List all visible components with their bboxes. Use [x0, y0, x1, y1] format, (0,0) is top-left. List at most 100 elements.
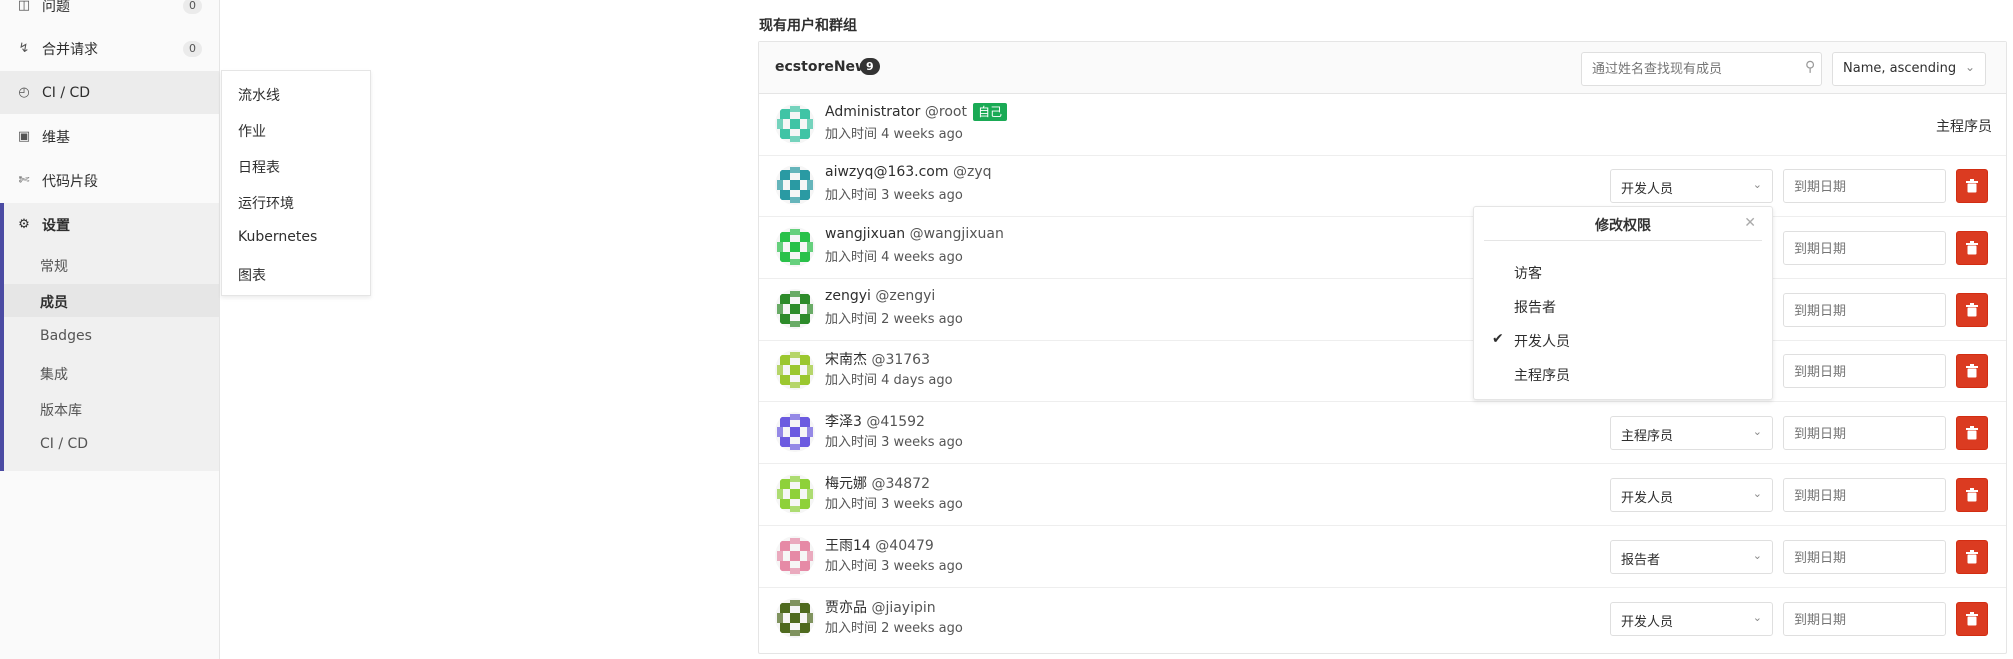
members-panel: ecstoreNew 9 ⚲ Name, ascending ⌄ Adminis…	[758, 41, 2007, 654]
role-select[interactable]: 报告者 ⌄	[1610, 540, 1773, 574]
member-row: 王雨14 @40479 加入时间 3 weeks ago 报告者 ⌄	[759, 526, 2006, 588]
chevron-down-icon: ⌄	[1752, 178, 1762, 191]
remove-member-button[interactable]	[1956, 416, 1988, 450]
role-option-developer[interactable]: 开发人员	[1514, 331, 1570, 351]
role-option-reporter[interactable]: 报告者	[1514, 297, 1556, 317]
member-name-line: zengyi @zengyi	[825, 288, 935, 304]
expiration-date-input[interactable]	[1783, 231, 1946, 265]
avatar[interactable]	[775, 536, 815, 576]
member-name-line: 梅元娜 @34872	[825, 473, 930, 493]
member-name[interactable]: 梅元娜	[825, 476, 867, 492]
remove-member-button[interactable]	[1956, 602, 1988, 636]
close-icon[interactable]: ✕	[1744, 215, 1756, 231]
member-row: 贾亦品 @jiayipin 加入时间 2 weeks ago 开发人员 ⌄	[759, 588, 2006, 650]
role-option-guest[interactable]: 访客	[1514, 263, 1542, 283]
trash-icon	[1966, 179, 1978, 193]
remove-member-button[interactable]	[1956, 231, 1988, 265]
sort-label: Name, ascending	[1843, 61, 1957, 76]
role-select[interactable]: 开发人员 ⌄	[1610, 169, 1773, 203]
chevron-down-icon: ⌄	[1752, 549, 1762, 562]
ci-cd-flyout-menu: 流水线 作业 日程表 运行环境 Kubernetes 图表	[221, 70, 371, 296]
gear-icon: ⚙	[18, 217, 30, 232]
member-name[interactable]: zengyi	[825, 288, 871, 304]
expiration-date-input[interactable]	[1783, 540, 1946, 574]
flyout-item-kubernetes[interactable]: Kubernetes	[238, 229, 317, 245]
settings-sub-members[interactable]: 成员	[40, 292, 68, 312]
flyout-item-jobs[interactable]: 作业	[238, 121, 266, 141]
member-username: @zyq	[952, 164, 992, 180]
avatar[interactable]	[775, 165, 815, 205]
settings-sub-repository[interactable]: 版本库	[40, 400, 82, 420]
sidebar-item-wiki[interactable]: ▣ 维基	[0, 115, 219, 158]
trash-icon	[1966, 488, 1978, 502]
member-name[interactable]: wangjixuan	[825, 226, 905, 242]
scissors-icon: ✄	[18, 173, 30, 188]
menu-divider	[1484, 240, 1762, 241]
sidebar-item-snippets[interactable]: ✄ 代码片段	[0, 159, 219, 202]
avatar[interactable]	[775, 104, 815, 144]
issues-icon: ◫	[17, 0, 31, 13]
role-option-master[interactable]: 主程序员	[1514, 365, 1570, 385]
flyout-item-schedules[interactable]: 日程表	[238, 157, 280, 177]
sidebar-item-settings[interactable]: ⚙ 设置	[4, 203, 219, 246]
member-name[interactable]: 王雨14	[825, 538, 871, 554]
flyout-item-charts[interactable]: 图表	[238, 265, 266, 285]
flyout-item-pipelines[interactable]: 流水线	[238, 85, 280, 105]
group-name: ecstoreNew	[775, 59, 868, 75]
remove-member-button[interactable]	[1956, 169, 1988, 203]
member-name-line: 王雨14 @40479	[825, 535, 934, 555]
avatar[interactable]	[775, 474, 815, 514]
member-name[interactable]: 贾亦品	[825, 600, 867, 616]
avatar[interactable]	[775, 227, 815, 267]
settings-sub-integrations[interactable]: 集成	[40, 364, 68, 384]
role-select[interactable]: 主程序员 ⌄	[1610, 416, 1773, 450]
chevron-down-icon: ⌄	[1752, 611, 1762, 624]
self-badge: 自己	[972, 103, 1007, 121]
search-icon: ⚲	[1805, 59, 1816, 75]
section-title: 现有用户和群组	[759, 18, 857, 34]
role-menu-title: 修改权限	[1595, 218, 1651, 234]
expiration-date-input[interactable]	[1783, 416, 1946, 450]
role-select[interactable]: 开发人员 ⌄	[1610, 478, 1773, 512]
avatar[interactable]	[775, 598, 815, 638]
settings-sub-badges[interactable]: Badges	[40, 328, 92, 344]
member-joined-time: 加入时间 4 days ago	[825, 373, 953, 388]
member-row: zengyi @zengyi加入时间 2 weeks ago 开发人员 ⌄	[759, 279, 2006, 341]
trash-icon	[1966, 241, 1978, 255]
remove-member-button[interactable]	[1956, 540, 1988, 574]
expiration-date-input[interactable]	[1783, 602, 1946, 636]
member-name[interactable]: aiwzyq@163.com	[825, 164, 949, 180]
flyout-item-environments[interactable]: 运行环境	[238, 193, 294, 213]
avatar[interactable]	[775, 412, 815, 452]
sidebar-item-label: 设置	[42, 217, 70, 234]
member-name[interactable]: Administrator	[825, 104, 920, 120]
avatar[interactable]	[775, 289, 815, 329]
member-search-input[interactable]	[1581, 52, 1822, 86]
settings-sub-ci-cd[interactable]: CI / CD	[40, 436, 88, 452]
remove-member-button[interactable]	[1956, 478, 1988, 512]
expiration-date-input[interactable]	[1783, 478, 1946, 512]
sidebar-item-merge-requests[interactable]: ↯ 合并请求 0	[0, 27, 219, 70]
member-joined-time: 加入时间 3 weeks ago	[825, 497, 963, 512]
sidebar-item-ci-cd[interactable]: ◴ CI / CD	[0, 71, 219, 114]
settings-sub-general[interactable]: 常规	[40, 256, 68, 276]
remove-member-button[interactable]	[1956, 293, 1988, 327]
member-row: wangjixuan @wangjixuan加入时间 4 weeks ago 开…	[759, 217, 2006, 279]
avatar[interactable]	[775, 350, 815, 390]
expiration-date-input[interactable]	[1783, 354, 1946, 388]
sidebar-item-issues[interactable]: ◫ 问题 0	[0, 0, 219, 27]
sort-dropdown[interactable]: Name, ascending ⌄	[1832, 52, 1986, 86]
expiration-date-input[interactable]	[1783, 293, 1946, 327]
sidebar-item-label: 合并请求	[42, 41, 98, 58]
role-select-value: 主程序员	[1621, 429, 1674, 444]
remove-member-button[interactable]	[1956, 354, 1988, 388]
member-name[interactable]: 李泽3	[825, 414, 862, 430]
book-icon: ▣	[17, 129, 31, 144]
expiration-date-input[interactable]	[1783, 169, 1946, 203]
member-name[interactable]: 宋南杰	[825, 352, 867, 368]
role-select[interactable]: 开发人员 ⌄	[1610, 602, 1773, 636]
chevron-down-icon: ⌄	[1752, 487, 1762, 500]
member-joined-time: 加入时间 4 weeks ago	[825, 250, 963, 265]
member-joined-time: 加入时间 3 weeks ago	[825, 188, 963, 203]
member-username: @zengyi	[875, 288, 936, 304]
